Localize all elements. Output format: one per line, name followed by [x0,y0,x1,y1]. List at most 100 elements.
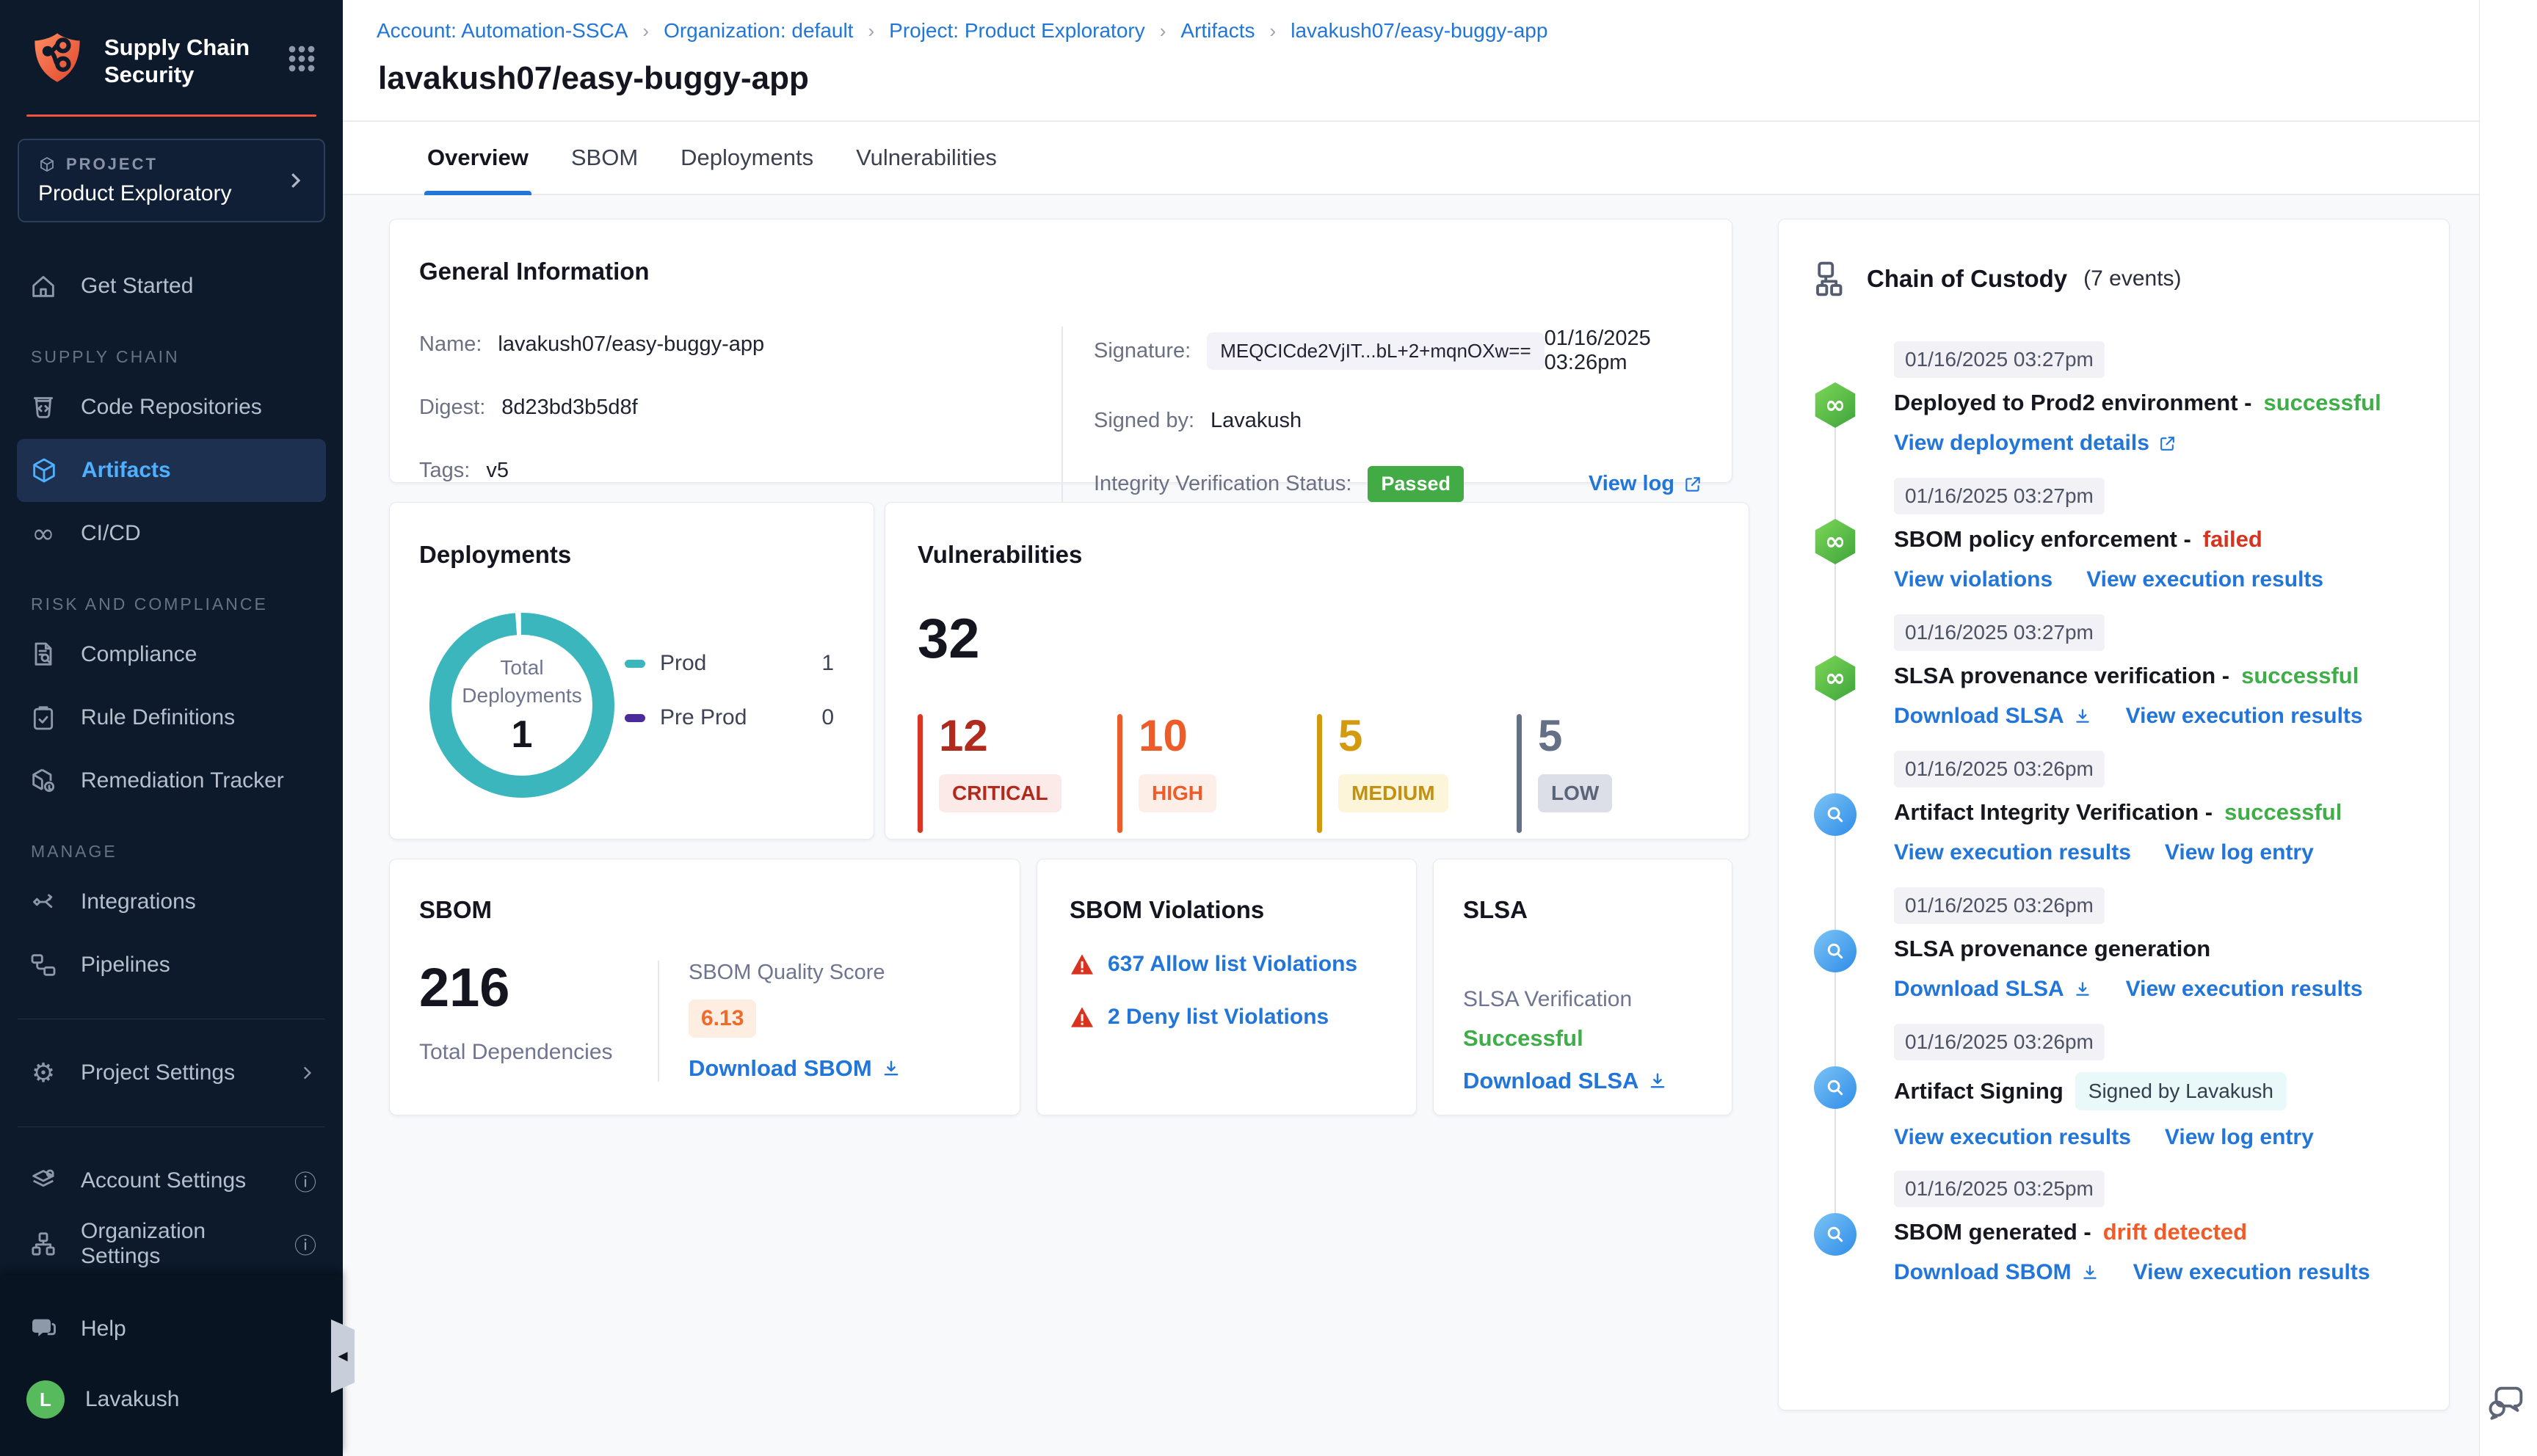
slsa-verification-status: Successful [1463,1025,1583,1051]
sidebar-item-compliance[interactable]: Compliance [0,623,343,686]
download-sbom-link[interactable]: Download SBOM [689,1055,901,1082]
sidebar-item-cicd[interactable]: ∞ CI/CD [0,502,343,565]
pipeline-icon: ∞ [1812,382,1858,428]
breadcrumb-artifacts[interactable]: Artifacts [1180,19,1255,43]
sidebar-item-label: Artifacts [81,458,171,482]
sidebar-item-project-settings[interactable]: ⚙ Project Settings [0,1041,343,1104]
event-status: successful [2241,663,2359,688]
event-timestamp: 01/16/2025 03:27pm [1894,614,2105,651]
prod-color-swatch [625,659,645,668]
info-icon[interactable]: ⓘ [294,1165,316,1197]
sidebar-item-rule-definitions[interactable]: Rule Definitions [0,686,343,749]
tab-vulnerabilities[interactable]: Vulnerabilities [853,122,1000,194]
deployments-donut-chart: Total Deployments 1 [419,603,625,808]
general-info-right: Signature: MEQCICde2VjIT...bL+2+mqnOXw==… [1061,327,1702,530]
timeline-event-slsa-generation: 01/16/2025 03:26pm SLSA provenance gener… [1779,887,2427,1003]
severity-breakdown: 12 CRITICAL 10 HIGH 5 MEDIUM 5 LOW [918,714,1716,833]
event-status: drift detected [2102,1219,2248,1245]
view-execution-results-link[interactable]: View execution results [1894,1125,2131,1150]
chat-feedback-icon[interactable] [2486,1381,2528,1424]
event-timestamp: 01/16/2025 03:26pm [1894,1024,2105,1060]
donut-center-value: 1 [511,713,533,756]
view-deployment-details-link[interactable]: View deployment details [1894,431,2177,456]
view-log-entry-link[interactable]: View log entry [2165,840,2314,865]
project-selector[interactable]: PROJECT Product Exploratory [18,139,325,222]
slsa-card: SLSA SLSA Verification Successful Downlo… [1433,859,1732,1115]
event-status: failed [2202,526,2262,552]
sidebar-collapse-handle[interactable]: ◀ [331,1320,355,1393]
sidebar-item-organization-settings[interactable]: Organization Settings ⓘ [0,1212,343,1275]
chain-of-custody-icon [1816,261,1843,296]
download-slsa-link[interactable]: Download SLSA [1894,704,2092,729]
sidebar-item-label: Get Started [81,274,194,298]
view-execution-results-link[interactable]: View execution results [2126,704,2363,729]
chain-of-custody-timeline: ∞ 01/16/2025 03:27pm Deployed to Prod2 e… [1779,341,2427,1286]
overview-left-column: General Information Name: lavakush07/eas… [389,219,1749,1115]
tab-deployments[interactable]: Deployments [678,122,816,194]
severity-bar [1117,714,1122,833]
deny-list-violations-link[interactable]: 2 Deny list Violations [1108,1005,1329,1030]
layers-gear-icon [26,1164,60,1198]
vulnerabilities-card: Vulnerabilities 32 12 CRITICAL 10 HIGH 5… [885,502,1749,840]
vulnerabilities-total: 32 [918,608,980,670]
external-link-icon [1685,476,1700,492]
scrollbar-gutter[interactable] [2479,0,2537,1456]
sidebar-item-label: Code Repositories [81,395,262,419]
sidebar-item-get-started[interactable]: Get Started [0,255,343,318]
view-log-entry-link[interactable]: View log entry [2165,1125,2314,1150]
view-execution-results-link[interactable]: View execution results [1894,840,2131,865]
module-switcher-grid-icon[interactable] [283,40,321,78]
breadcrumb-current[interactable]: lavakush07/easy-buggy-app [1291,19,1547,43]
user-menu[interactable]: L Lavakush [0,1368,343,1431]
integrations-icon [26,885,60,919]
download-slsa-link[interactable]: Download SLSA [1894,977,2092,1002]
sidebar-item-pipelines[interactable]: Pipelines [0,933,343,997]
pre-prod-color-swatch [625,713,645,722]
slsa-verification-label: SLSA Verification [1463,987,1633,1011]
severity-bar [918,714,923,833]
integrity-status-label: Integrity Verification Status: [1094,472,1352,495]
view-execution-results-link[interactable]: View execution results [2126,977,2363,1002]
allow-list-violations-link[interactable]: 637 Allow list Violations [1108,952,1357,977]
general-info-left: Name: lavakush07/easy-buggy-app Digest: … [419,327,1061,530]
digest-value: 8d23bd3b5d8f [501,395,638,419]
view-execution-results-link[interactable]: View execution results [2133,1260,2370,1285]
digest-label: Digest: [419,395,486,419]
download-icon [2075,982,2089,996]
deployments-card: Deployments Total Deployments 1 Prod 1 P… [389,502,874,840]
view-violations-link[interactable]: View violations [1894,567,2053,592]
tab-overview[interactable]: Overview [424,122,531,195]
view-log-link[interactable]: View log [1589,472,1702,496]
event-title: Artifact Integrity Verification - [1894,799,2213,825]
app-title: Supply Chain Security [104,34,250,88]
breadcrumb-separator: › [642,19,650,42]
sidebar-section-manage: MANAGE [31,842,117,861]
code-repo-icon [26,390,60,424]
breadcrumb-organization[interactable]: Organization: default [664,19,853,43]
signed-by-badge: Signed by Lavakush [2075,1072,2287,1110]
view-execution-results-link[interactable]: View execution results [2086,567,2323,592]
breadcrumb-account[interactable]: Account: Automation-SSCA [377,19,628,43]
avatar: L [26,1380,65,1419]
help-button[interactable]: ? Help [0,1297,343,1361]
sidebar-item-artifacts[interactable]: Artifacts [17,439,326,502]
remediation-box-icon [26,764,60,798]
timeline-event-deployed: ∞ 01/16/2025 03:27pm Deployed to Prod2 e… [1779,341,2427,457]
sidebar-item-code-repositories[interactable]: Code Repositories [0,376,343,439]
event-title: SLSA provenance verification - [1894,663,2230,688]
name-value: lavakush07/easy-buggy-app [498,332,765,356]
info-icon[interactable]: ⓘ [294,1228,316,1260]
event-title: Deployed to Prod2 environment - [1894,390,2252,415]
tab-sbom[interactable]: SBOM [568,122,641,194]
breadcrumb-project[interactable]: Project: Product Exploratory [889,19,1145,43]
accent-divider [26,114,316,117]
chevron-right-icon [297,1063,316,1082]
download-sbom-link[interactable]: Download SBOM [1894,1260,2099,1285]
sidebar-item-account-settings[interactable]: Account Settings ⓘ [0,1149,343,1212]
sidebar-item-remediation-tracker[interactable]: Remediation Tracker [0,749,343,812]
download-slsa-link[interactable]: Download SLSA [1463,1068,1702,1094]
sidebar-item-label: Account Settings [81,1168,247,1193]
event-status: successful [2224,799,2342,825]
pipeline-icon: ∞ [1812,519,1858,564]
sidebar-item-integrations[interactable]: Integrations [0,870,343,933]
